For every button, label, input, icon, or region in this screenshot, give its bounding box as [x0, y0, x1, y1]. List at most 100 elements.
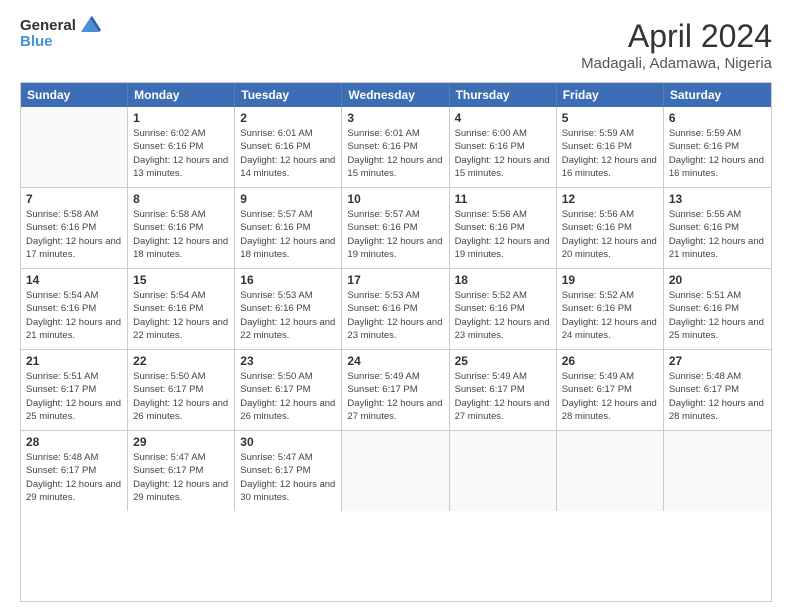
sunset-value: 6:16 PM [382, 303, 417, 314]
day-info: Sunrise: 5:48 AM Sunset: 6:17 PM Dayligh… [26, 451, 122, 504]
day-info: Sunrise: 5:57 AM Sunset: 6:16 PM Dayligh… [347, 208, 443, 261]
daylight-label: Daylight: 12 hours and 30 minutes. [240, 479, 335, 503]
sunset-value: 6:17 PM [61, 465, 96, 476]
calendar-cell: 25 Sunrise: 5:49 AM Sunset: 6:17 PM Dayl… [450, 350, 557, 430]
daylight-label: Daylight: 12 hours and 23 minutes. [455, 317, 550, 341]
day-number: 15 [133, 273, 229, 287]
sunset-label: Sunset: [133, 222, 168, 233]
sunrise-label: Sunrise: [133, 371, 171, 382]
daylight-label: Daylight: 12 hours and 16 minutes. [669, 155, 764, 179]
sunset-value: 6:16 PM [597, 222, 632, 233]
sunset-label: Sunset: [26, 222, 61, 233]
calendar-cell: 8 Sunrise: 5:58 AM Sunset: 6:16 PM Dayli… [128, 188, 235, 268]
sunrise-value: 5:51 AM [706, 290, 741, 301]
logo-blue: Blue [20, 33, 101, 50]
day-info: Sunrise: 5:54 AM Sunset: 6:16 PM Dayligh… [26, 289, 122, 342]
day-number: 26 [562, 354, 658, 368]
sunrise-value: 5:51 AM [64, 371, 99, 382]
day-info: Sunrise: 5:51 AM Sunset: 6:17 PM Dayligh… [26, 370, 122, 423]
calendar-cell: 5 Sunrise: 5:59 AM Sunset: 6:16 PM Dayli… [557, 107, 664, 187]
daylight-label: Daylight: 12 hours and 18 minutes. [133, 236, 228, 260]
day-info: Sunrise: 5:57 AM Sunset: 6:16 PM Dayligh… [240, 208, 336, 261]
day-number: 2 [240, 111, 336, 125]
day-info: Sunrise: 5:49 AM Sunset: 6:17 PM Dayligh… [455, 370, 551, 423]
daylight-label: Daylight: 12 hours and 13 minutes. [133, 155, 228, 179]
daylight-label: Daylight: 12 hours and 27 minutes. [347, 398, 442, 422]
calendar-cell: 12 Sunrise: 5:56 AM Sunset: 6:16 PM Dayl… [557, 188, 664, 268]
sunset-value: 6:17 PM [489, 384, 524, 395]
sunset-value: 6:16 PM [597, 303, 632, 314]
sunset-label: Sunset: [562, 303, 597, 314]
sunrise-value: 5:57 AM [385, 209, 420, 220]
sunset-label: Sunset: [133, 303, 168, 314]
day-number: 19 [562, 273, 658, 287]
sunrise-label: Sunrise: [669, 209, 707, 220]
day-number: 13 [669, 192, 766, 206]
sunrise-label: Sunrise: [562, 209, 600, 220]
sunset-value: 6:16 PM [489, 303, 524, 314]
day-info: Sunrise: 5:58 AM Sunset: 6:16 PM Dayligh… [133, 208, 229, 261]
sunrise-value: 5:47 AM [171, 452, 206, 463]
sunset-label: Sunset: [562, 141, 597, 152]
sunrise-value: 5:49 AM [599, 371, 634, 382]
sunrise-value: 5:53 AM [278, 290, 313, 301]
sunrise-value: 5:49 AM [492, 371, 527, 382]
calendar-cell: 2 Sunrise: 6:01 AM Sunset: 6:16 PM Dayli… [235, 107, 342, 187]
day-number: 12 [562, 192, 658, 206]
sunrise-value: 5:53 AM [385, 290, 420, 301]
calendar-cell: 7 Sunrise: 5:58 AM Sunset: 6:16 PM Dayli… [21, 188, 128, 268]
day-number: 7 [26, 192, 122, 206]
sunrise-value: 5:58 AM [64, 209, 99, 220]
day-number: 10 [347, 192, 443, 206]
sunset-label: Sunset: [26, 303, 61, 314]
day-number: 4 [455, 111, 551, 125]
day-number: 17 [347, 273, 443, 287]
sunrise-label: Sunrise: [133, 128, 171, 139]
daylight-label: Daylight: 12 hours and 28 minutes. [669, 398, 764, 422]
sunset-label: Sunset: [240, 141, 275, 152]
day-number: 28 [26, 435, 122, 449]
sunset-label: Sunset: [562, 222, 597, 233]
sunset-value: 6:17 PM [61, 384, 96, 395]
sunset-value: 6:16 PM [382, 222, 417, 233]
daylight-label: Daylight: 12 hours and 25 minutes. [669, 317, 764, 341]
sunrise-label: Sunrise: [455, 209, 493, 220]
calendar-cell: 27 Sunrise: 5:48 AM Sunset: 6:17 PM Dayl… [664, 350, 771, 430]
calendar-cell: 13 Sunrise: 5:55 AM Sunset: 6:16 PM Dayl… [664, 188, 771, 268]
sunrise-label: Sunrise: [26, 452, 64, 463]
day-info: Sunrise: 5:51 AM Sunset: 6:16 PM Dayligh… [669, 289, 766, 342]
daylight-label: Daylight: 12 hours and 15 minutes. [347, 155, 442, 179]
calendar-week: 7 Sunrise: 5:58 AM Sunset: 6:16 PM Dayli… [21, 188, 771, 269]
daylight-label: Daylight: 12 hours and 21 minutes. [26, 317, 121, 341]
sunrise-label: Sunrise: [240, 128, 278, 139]
header-day: Wednesday [342, 83, 449, 107]
sunset-label: Sunset: [455, 222, 490, 233]
sunrise-value: 5:54 AM [64, 290, 99, 301]
day-number: 5 [562, 111, 658, 125]
calendar-cell: 29 Sunrise: 5:47 AM Sunset: 6:17 PM Dayl… [128, 431, 235, 511]
sunrise-label: Sunrise: [669, 371, 707, 382]
calendar-body: 1 Sunrise: 6:02 AM Sunset: 6:16 PM Dayli… [21, 107, 771, 511]
sunset-label: Sunset: [669, 141, 704, 152]
day-number: 21 [26, 354, 122, 368]
title-block: April 2024 Madagali, Adamawa, Nigeria [581, 18, 772, 72]
calendar-cell: 11 Sunrise: 5:56 AM Sunset: 6:16 PM Dayl… [450, 188, 557, 268]
day-number: 9 [240, 192, 336, 206]
day-info: Sunrise: 6:00 AM Sunset: 6:16 PM Dayligh… [455, 127, 551, 180]
sunrise-label: Sunrise: [133, 209, 171, 220]
logo-icon [79, 16, 101, 34]
day-info: Sunrise: 6:02 AM Sunset: 6:16 PM Dayligh… [133, 127, 229, 180]
sunset-value: 6:16 PM [61, 303, 96, 314]
day-info: Sunrise: 5:52 AM Sunset: 6:16 PM Dayligh… [562, 289, 658, 342]
sunset-value: 6:16 PM [597, 141, 632, 152]
header-day: Saturday [664, 83, 771, 107]
header: General Blue April 2024 Madagali, Adamaw… [20, 18, 772, 72]
sunset-value: 6:16 PM [704, 303, 739, 314]
sunset-label: Sunset: [669, 384, 704, 395]
sunrise-value: 5:57 AM [278, 209, 313, 220]
day-info: Sunrise: 5:47 AM Sunset: 6:17 PM Dayligh… [240, 451, 336, 504]
calendar-cell: 9 Sunrise: 5:57 AM Sunset: 6:16 PM Dayli… [235, 188, 342, 268]
sunset-value: 6:16 PM [275, 141, 310, 152]
sunrise-value: 5:59 AM [706, 128, 741, 139]
calendar-cell: 16 Sunrise: 5:53 AM Sunset: 6:16 PM Dayl… [235, 269, 342, 349]
